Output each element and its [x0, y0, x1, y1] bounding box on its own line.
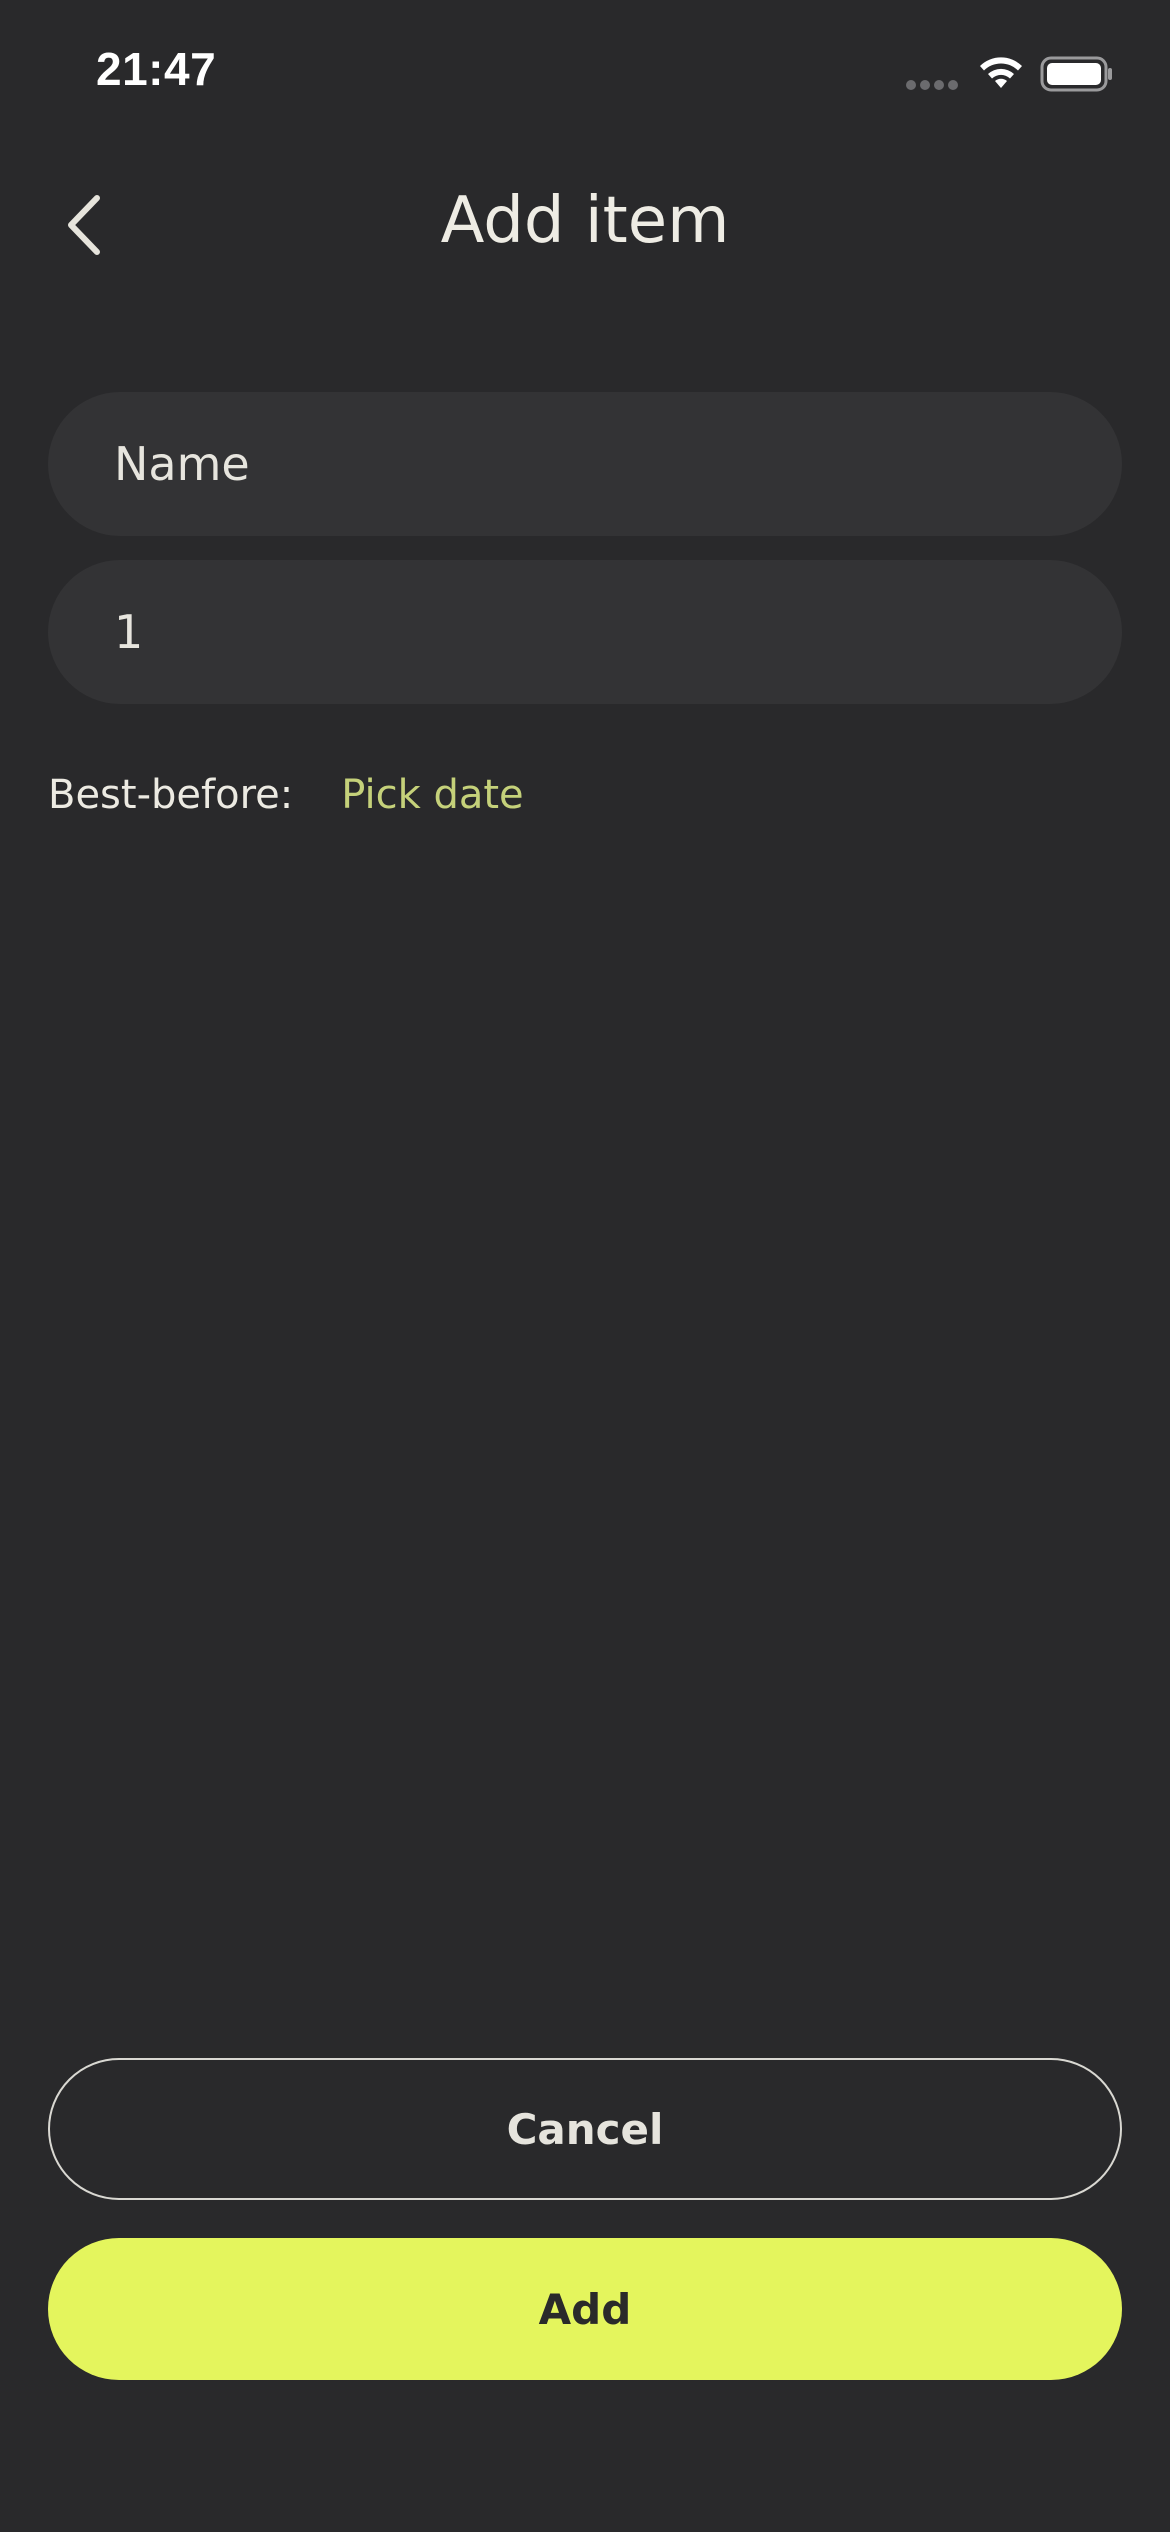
best-before-label: Best-before:: [48, 772, 294, 818]
battery-icon: [1040, 56, 1112, 92]
page-title: Add item: [440, 184, 730, 258]
name-input[interactable]: [114, 437, 1122, 491]
wifi-icon: [980, 57, 1022, 88]
quantity-input[interactable]: [114, 605, 1122, 659]
status-bar: 21:47: [0, 0, 1170, 140]
cancel-button[interactable]: Cancel: [48, 2058, 1122, 2200]
cellular-signal-icon: [906, 80, 960, 92]
quantity-field[interactable]: [48, 560, 1122, 704]
best-before-row: Best-before: Pick date: [48, 772, 524, 818]
navigation-bar: Add item: [0, 160, 1170, 290]
status-time: 21:47: [96, 43, 217, 95]
add-item-screen: 21:47 Add item Best-before: Pick date: [0, 0, 1170, 2532]
name-field[interactable]: [48, 392, 1122, 536]
add-button[interactable]: Add: [48, 2238, 1122, 2380]
pick-date-button[interactable]: Pick date: [341, 772, 523, 818]
